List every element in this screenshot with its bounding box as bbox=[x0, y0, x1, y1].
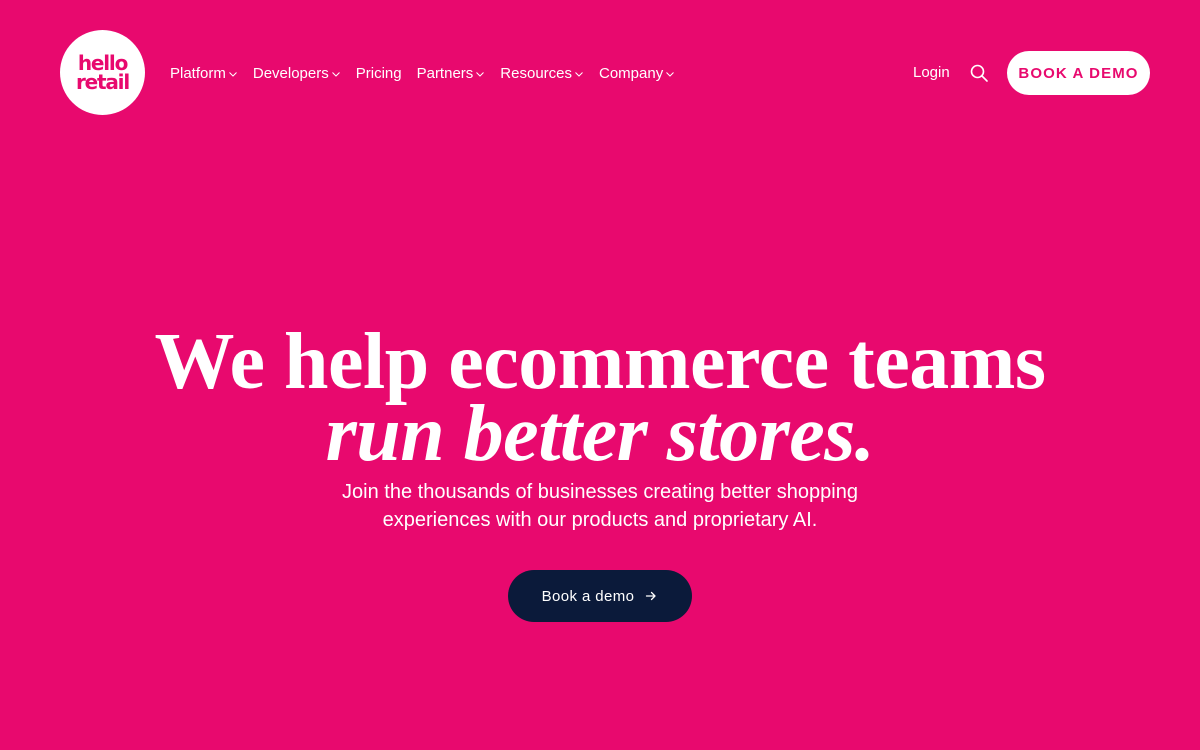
nav-item-developers[interactable]: Developers bbox=[253, 65, 341, 82]
nav-item-partners[interactable]: Partners bbox=[417, 65, 486, 82]
hero-subtitle: Join the thousands of businesses creatin… bbox=[342, 481, 858, 531]
logo-text-retail: retail bbox=[76, 70, 130, 94]
nav-item-label: Pricing bbox=[355, 64, 402, 82]
nav-item-label: Platform bbox=[170, 64, 226, 82]
hero-title-line2: run better stores. bbox=[325, 390, 875, 478]
nav-item-company[interactable]: Company bbox=[599, 65, 675, 82]
nav-item-label: Partners bbox=[416, 64, 474, 82]
arrow-right-icon bbox=[644, 589, 658, 603]
nav-item-label: Company bbox=[599, 64, 664, 82]
chevron-down-icon bbox=[331, 69, 341, 79]
book-demo-cta-button[interactable]: Book a demo bbox=[508, 570, 692, 622]
hero-title: We help ecommerce teams run better store… bbox=[0, 320, 1200, 478]
nav-item-pricing[interactable]: Pricing bbox=[356, 65, 402, 82]
cta-label: Book a demo bbox=[541, 587, 635, 605]
book-demo-header-button[interactable]: BOOK A DEMO bbox=[1007, 51, 1150, 95]
chevron-down-icon bbox=[228, 69, 238, 79]
main-nav: Platform Developers Pricing Partners Res… bbox=[170, 62, 690, 84]
nav-item-label: Resources bbox=[500, 64, 572, 82]
chevron-down-icon bbox=[574, 69, 584, 79]
nav-item-resources[interactable]: Resources bbox=[500, 65, 584, 82]
hello-retail-logo[interactable]: hello retail bbox=[60, 30, 145, 115]
site-header: hello retail Platform Developers Pricing… bbox=[0, 0, 1200, 145]
chevron-down-icon bbox=[475, 69, 485, 79]
search-icon[interactable] bbox=[969, 63, 989, 83]
nav-item-platform[interactable]: Platform bbox=[170, 65, 238, 82]
chevron-down-icon bbox=[665, 69, 675, 79]
nav-item-label: Developers bbox=[252, 64, 329, 82]
login-link[interactable]: Login bbox=[913, 62, 950, 84]
